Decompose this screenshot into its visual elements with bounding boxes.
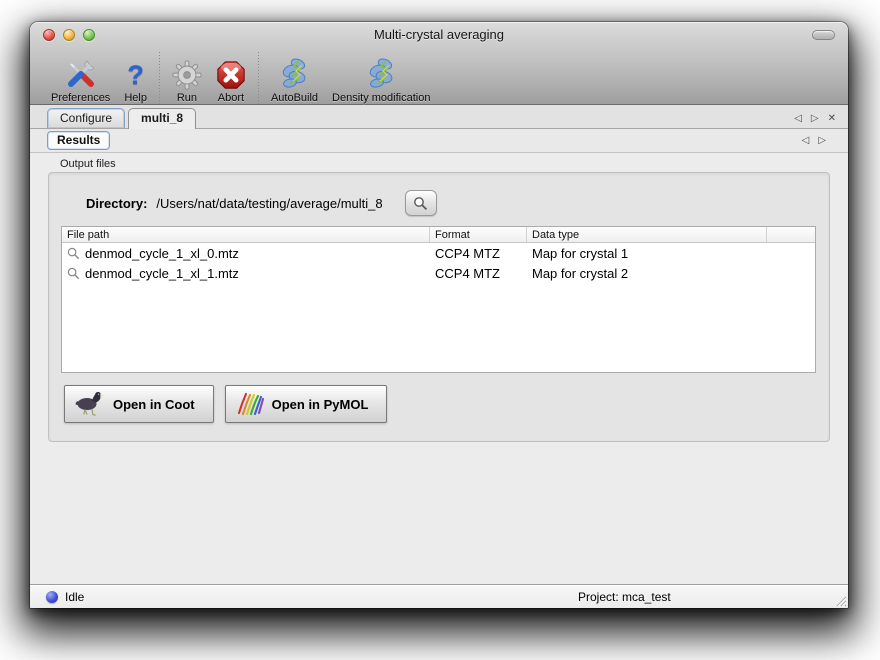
directory-label: Directory: (86, 196, 147, 211)
tab-scroll-left-icon[interactable]: ◁ (794, 114, 802, 124)
data-type-cell: Map for crystal 1 (527, 246, 767, 261)
directory-path: /Users/nat/data/testing/average/multi_8 (156, 196, 382, 211)
open-in-coot-button[interactable]: Open in Coot (64, 385, 214, 423)
titlebar[interactable]: Multi-crystal averaging (30, 22, 848, 46)
format-cell: CCP4 MTZ (430, 266, 527, 281)
screenshot-stage: Multi-crystal averaging (0, 0, 880, 660)
tab-multi-8[interactable]: multi_8 (128, 108, 196, 129)
file-path-cell: denmod_cycle_1_xl_1.mtz (62, 266, 430, 281)
subtab-bar: Results ◁ ▷ (30, 129, 848, 153)
file-path-cell: denmod_cycle_1_xl_0.mtz (62, 246, 430, 261)
tab-results[interactable]: Results (47, 131, 110, 150)
status-sphere-icon (46, 591, 58, 603)
browse-directory-button[interactable] (405, 190, 437, 216)
toolbar-separator (159, 52, 160, 104)
coot-bird-icon (75, 391, 105, 417)
subtab-nav-controls: ◁ ▷ (802, 136, 848, 146)
status-bar: Idle Project: mca_test (30, 584, 848, 608)
column-header-extra (767, 227, 815, 242)
tools-icon (65, 54, 97, 92)
pymol-ribbon-icon (236, 391, 264, 417)
toolbar-item-label: AutoBuild (271, 92, 318, 104)
close-window-button[interactable] (43, 29, 55, 41)
app-window: Multi-crystal averaging (30, 22, 848, 608)
toolbar-item-label: Density modification (332, 92, 430, 104)
format-cell: CCP4 MTZ (430, 246, 527, 261)
help-button[interactable]: ? Help (117, 54, 154, 104)
tab-bar: Configure multi_8 ◁ ▷ ✕ (30, 105, 848, 129)
toolbar: Preferences ? Help (30, 46, 848, 107)
toolbar-item-label: Run (177, 92, 197, 104)
abort-button[interactable]: Abort (209, 54, 253, 104)
directory-row: Directory: /Users/nat/data/testing/avera… (86, 190, 437, 216)
autobuild-button[interactable]: AutoBuild (264, 54, 325, 104)
subtab-scroll-right-icon[interactable]: ▷ (818, 136, 826, 146)
column-header-data-type[interactable]: Data type (527, 227, 767, 242)
toolbar-item-label: Help (124, 92, 147, 104)
tab-close-icon[interactable]: ✕ (828, 114, 836, 124)
zoom-window-button[interactable] (83, 29, 95, 41)
magnifier-icon (413, 196, 428, 211)
toolbar-item-label: Abort (218, 92, 244, 104)
toolbar-toggle-button[interactable] (812, 30, 835, 40)
window-title: Multi-crystal averaging (30, 27, 848, 42)
section-title: Output files (60, 158, 116, 170)
action-button-label: Open in PyMOL (272, 397, 369, 412)
action-buttons-row: Open in Coot (64, 385, 387, 423)
status-text: Idle (65, 590, 84, 604)
project-label: Project: mca_test (578, 590, 671, 604)
toolbar-separator (258, 52, 259, 104)
output-files-table: File path Format Data type denmod_cycle_… (61, 226, 816, 373)
column-header-format[interactable]: Format (430, 227, 527, 242)
density-map-icon (364, 54, 398, 92)
density-map-icon (277, 54, 311, 92)
table-row[interactable]: denmod_cycle_1_xl_0.mtz CCP4 MTZ Map for… (62, 243, 815, 263)
magnifier-icon (67, 267, 80, 280)
stop-x-icon (216, 54, 246, 92)
status-indicator: Idle (46, 590, 84, 604)
tab-scroll-right-icon[interactable]: ▷ (811, 114, 819, 124)
gear-icon (172, 54, 202, 92)
table-row[interactable]: denmod_cycle_1_xl_1.mtz CCP4 MTZ Map for… (62, 263, 815, 283)
column-header-file-path[interactable]: File path (62, 227, 430, 242)
output-files-groupbox: Directory: /Users/nat/data/testing/avera… (48, 172, 830, 442)
tab-nav-controls: ◁ ▷ ✕ (794, 114, 848, 128)
question-mark-icon: ? (127, 54, 144, 92)
window-chrome: Multi-crystal averaging (30, 22, 848, 105)
density-modification-button[interactable]: Density modification (325, 54, 437, 104)
table-header: File path Format Data type (62, 227, 815, 243)
tab-configure[interactable]: Configure (47, 108, 125, 128)
open-in-pymol-button[interactable]: Open in PyMOL (225, 385, 388, 423)
minimize-window-button[interactable] (63, 29, 75, 41)
magnifier-icon (67, 247, 80, 260)
run-button[interactable]: Run (165, 54, 209, 104)
subtab-scroll-left-icon[interactable]: ◁ (802, 136, 810, 146)
toolbar-item-label: Preferences (51, 92, 110, 104)
data-type-cell: Map for crystal 2 (527, 266, 767, 281)
traffic-lights (43, 29, 95, 41)
results-panel: Output files Directory: /Users/nat/data/… (30, 153, 848, 584)
preferences-button[interactable]: Preferences (44, 54, 117, 104)
resize-grip[interactable] (834, 594, 847, 607)
action-button-label: Open in Coot (113, 397, 195, 412)
